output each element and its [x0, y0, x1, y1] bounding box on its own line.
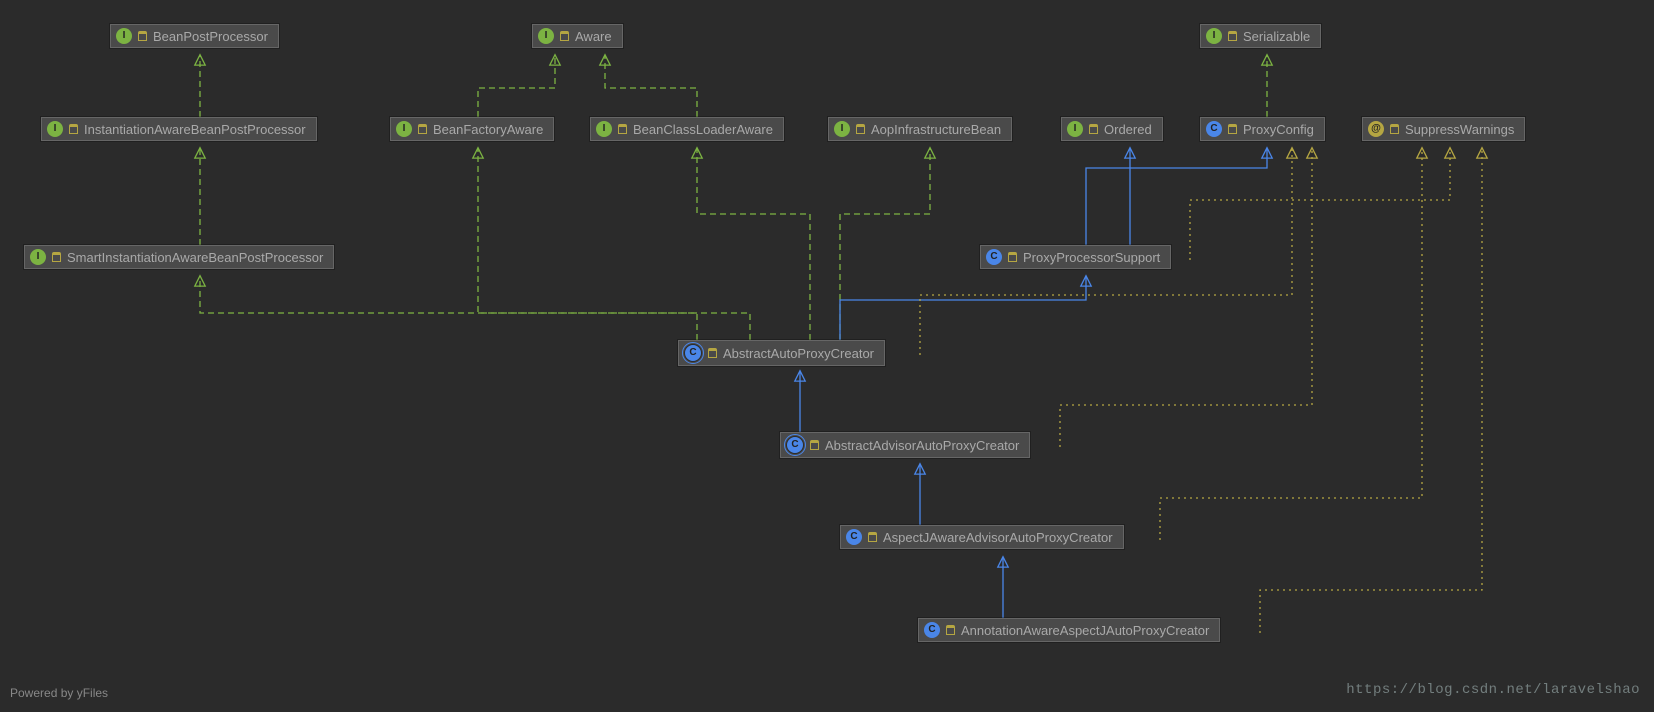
lock-icon	[52, 252, 61, 262]
class-icon: C	[986, 249, 1002, 265]
node-aspectjawareadvisor[interactable]: C AspectJAwareAdvisorAutoProxyCreator	[840, 525, 1124, 549]
annotation-icon: @	[1368, 121, 1384, 137]
node-ordered[interactable]: I Ordered	[1061, 117, 1163, 141]
node-label: Ordered	[1104, 122, 1152, 137]
interface-icon: I	[596, 121, 612, 137]
lock-icon	[868, 532, 877, 542]
lock-icon	[1228, 124, 1237, 134]
lock-icon	[138, 31, 147, 41]
node-label: SmartInstantiationAwareBeanPostProcessor	[67, 250, 323, 265]
lock-icon	[1390, 124, 1399, 134]
node-proxyprocessorsupport[interactable]: C ProxyProcessorSupport	[980, 245, 1171, 269]
node-beanclassloaderaware[interactable]: I BeanClassLoaderAware	[590, 117, 784, 141]
node-label: SuppressWarnings	[1405, 122, 1514, 137]
node-label: ProxyProcessorSupport	[1023, 250, 1160, 265]
watermark: https://blog.csdn.net/laravelshao	[1346, 682, 1640, 698]
interface-icon: I	[538, 28, 554, 44]
lock-icon	[946, 625, 955, 635]
lock-icon	[1228, 31, 1237, 41]
node-label: BeanClassLoaderAware	[633, 122, 773, 137]
node-proxyconfig[interactable]: C ProxyConfig	[1200, 117, 1325, 141]
interface-icon: I	[30, 249, 46, 265]
node-label: BeanPostProcessor	[153, 29, 268, 44]
node-label: AnnotationAwareAspectJAutoProxyCreator	[961, 623, 1209, 638]
lock-icon	[810, 440, 819, 450]
node-serializable[interactable]: I Serializable	[1200, 24, 1321, 48]
interface-icon: I	[396, 121, 412, 137]
lock-icon	[856, 124, 865, 134]
lock-icon	[708, 348, 717, 358]
interface-icon: I	[47, 121, 63, 137]
node-label: AbstractAutoProxyCreator	[723, 346, 874, 361]
node-aware[interactable]: I Aware	[532, 24, 623, 48]
interface-icon: I	[1206, 28, 1222, 44]
class-icon: C	[846, 529, 862, 545]
node-label: AspectJAwareAdvisorAutoProxyCreator	[883, 530, 1113, 545]
node-abstractautoproxycreator[interactable]: C AbstractAutoProxyCreator	[678, 340, 885, 366]
node-annotationawareaspectj[interactable]: C AnnotationAwareAspectJAutoProxyCreator	[918, 618, 1220, 642]
node-label: AbstractAdvisorAutoProxyCreator	[825, 438, 1019, 453]
interface-icon: I	[1067, 121, 1083, 137]
node-aopinfrastructurebean[interactable]: I AopInfrastructureBean	[828, 117, 1012, 141]
interface-icon: I	[116, 28, 132, 44]
node-beanpostprocessor[interactable]: I BeanPostProcessor	[110, 24, 279, 48]
lock-icon	[69, 124, 78, 134]
lock-icon	[1008, 252, 1017, 262]
node-label: Aware	[575, 29, 612, 44]
lock-icon	[1089, 124, 1098, 134]
node-label: Serializable	[1243, 29, 1310, 44]
node-abstractadvisorautoproxycreator[interactable]: C AbstractAdvisorAutoProxyCreator	[780, 432, 1030, 458]
lock-icon	[618, 124, 627, 134]
node-label: BeanFactoryAware	[433, 122, 543, 137]
node-label: AopInfrastructureBean	[871, 122, 1001, 137]
footer-credit: Powered by yFiles	[10, 686, 108, 700]
node-instantiationaware[interactable]: I InstantiationAwareBeanPostProcessor	[41, 117, 317, 141]
node-label: ProxyConfig	[1243, 122, 1314, 137]
abstract-class-icon: C	[684, 344, 702, 362]
node-label: InstantiationAwareBeanPostProcessor	[84, 122, 306, 137]
node-smartinstantiationaware[interactable]: I SmartInstantiationAwareBeanPostProcess…	[24, 245, 334, 269]
class-icon: C	[924, 622, 940, 638]
node-beanfactoryaware[interactable]: I BeanFactoryAware	[390, 117, 554, 141]
node-suppresswarnings[interactable]: @ SuppressWarnings	[1362, 117, 1525, 141]
interface-icon: I	[834, 121, 850, 137]
diagram-canvas: I BeanPostProcessor I Aware I Serializab…	[0, 0, 1654, 712]
lock-icon	[418, 124, 427, 134]
lock-icon	[560, 31, 569, 41]
abstract-class-icon: C	[786, 436, 804, 454]
class-icon: C	[1206, 121, 1222, 137]
